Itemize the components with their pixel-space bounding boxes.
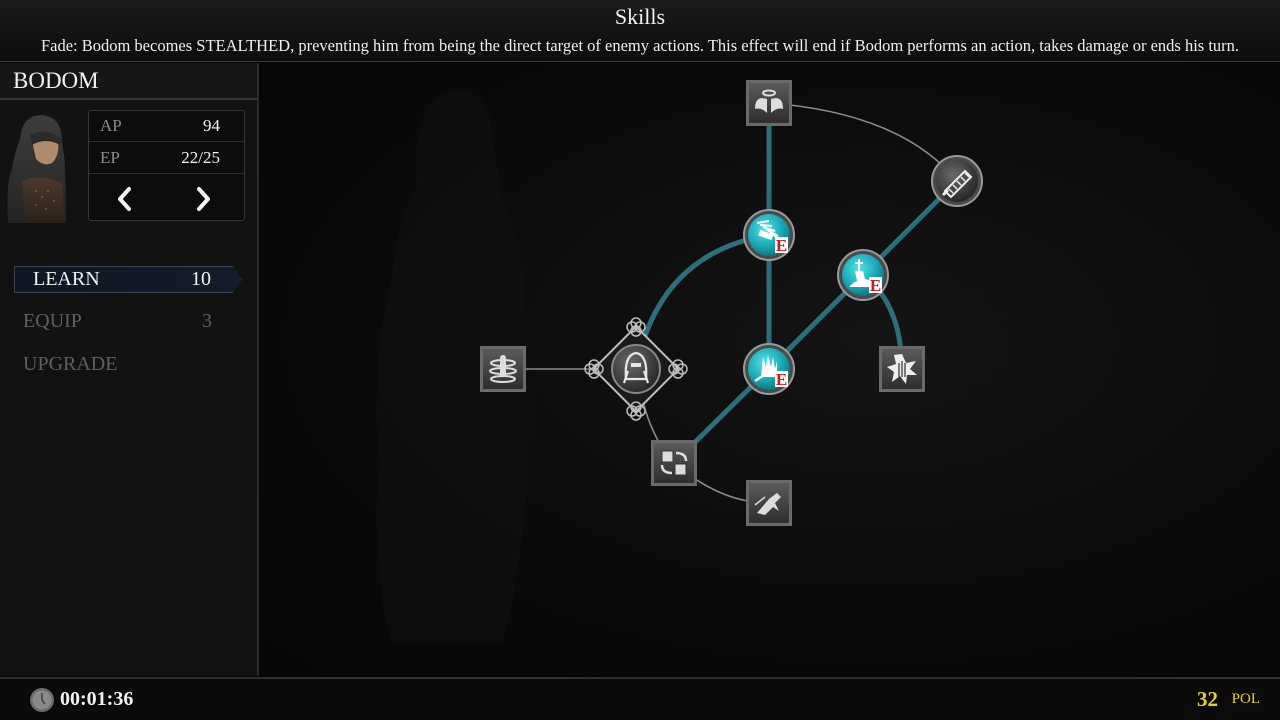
skill-node-root[interactable] bbox=[584, 317, 688, 421]
skill-node-wings[interactable] bbox=[746, 80, 792, 126]
stat-row-ep: EP 22/25 bbox=[89, 143, 244, 174]
stat-label: EP bbox=[100, 148, 120, 167]
page-title: Skills bbox=[614, 4, 666, 29]
equipped-badge: E bbox=[869, 276, 882, 295]
currency-label: POL bbox=[1231, 691, 1260, 707]
skill-tree-graph: E E E bbox=[480, 80, 983, 526]
stat-value: 22/25 bbox=[181, 148, 220, 167]
skill-node-whirl[interactable] bbox=[480, 346, 526, 392]
skill-node-kneel[interactable]: E bbox=[837, 249, 889, 301]
skill-node-burst[interactable] bbox=[879, 346, 925, 392]
equipped-badge: E bbox=[775, 236, 788, 255]
equipped-badge: E bbox=[775, 370, 788, 389]
character-sidebar: BODOM AP 94 EP 22/25 LEARN 10 EQUIP 3 UP… bbox=[0, 63, 259, 676]
skill-node-blade[interactable] bbox=[931, 155, 983, 207]
skill-description: Fade: Bodom becomes STEALTHED, preventin… bbox=[40, 36, 1240, 55]
next-character-button[interactable] bbox=[189, 181, 219, 217]
menu-item-upgrade[interactable]: UPGRADE bbox=[14, 352, 242, 379]
chevron-right-icon bbox=[197, 187, 210, 211]
menu-item-label: UPGRADE bbox=[23, 353, 118, 375]
stats-panel: AP 94 EP 22/25 bbox=[88, 110, 245, 221]
previous-character-button[interactable] bbox=[109, 181, 139, 217]
svg-text:E: E bbox=[776, 236, 787, 255]
skill-link-wings-blade bbox=[768, 102, 958, 182]
play-timer: 00:01:36 bbox=[60, 688, 134, 710]
menu-item-label: EQUIP bbox=[23, 310, 82, 332]
character-name-bar: BODOM bbox=[0, 63, 257, 100]
svg-text:E: E bbox=[776, 370, 787, 389]
menu-item-count: 3 bbox=[202, 310, 212, 332]
skill-node-bandage[interactable]: E bbox=[743, 209, 795, 261]
menu-item-label: LEARN bbox=[33, 268, 100, 290]
menu-item-learn[interactable]: LEARN 10 bbox=[14, 266, 242, 293]
clock-icon bbox=[30, 688, 54, 712]
character-portrait bbox=[6, 111, 68, 223]
stat-row-ap: AP 94 bbox=[89, 111, 244, 142]
svg-text:E: E bbox=[870, 276, 881, 295]
menu-item-count: 10 bbox=[191, 268, 211, 290]
skill-node-claw[interactable]: E bbox=[743, 343, 795, 395]
skill-tree-area: E E E bbox=[261, 63, 1280, 676]
skill-node-swap[interactable] bbox=[651, 440, 697, 486]
header-bar: Skills Fade: Bodom becomes STEALTHED, pr… bbox=[0, 0, 1280, 62]
stat-label: AP bbox=[100, 116, 122, 135]
currency-amount: 32 bbox=[1197, 687, 1218, 711]
menu-item-equip[interactable]: EQUIP 3 bbox=[14, 309, 242, 336]
character-name: BODOM bbox=[13, 68, 99, 93]
footer-bar: 00:01:36 32 POL bbox=[0, 677, 1280, 720]
chevron-left-icon bbox=[118, 187, 131, 211]
skill-node-dash[interactable] bbox=[746, 480, 792, 526]
stat-value: 94 bbox=[203, 116, 220, 135]
